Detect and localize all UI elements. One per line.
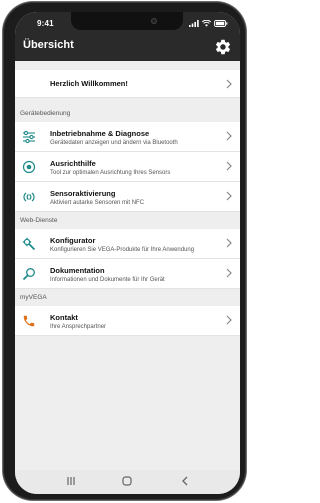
item-subtitle: Informationen und Dokumente für Ihr Gerä… [50,277,165,283]
item-subtitle: Gerätedaten anzeigen und ändern via Blue… [50,140,178,146]
spacer [15,98,240,105]
item-title: Inbetriebnahme & Diagnose [50,129,150,138]
phone-icon [23,315,35,327]
list-item-contact[interactable]: Kontakt Ihre Ansprechpartner [15,306,240,336]
welcome-title: Herzlich Willkommen! [50,79,128,88]
wifi-icon [202,19,211,27]
item-title: Sensoraktivierung [50,189,116,198]
chevron-right-icon [226,268,232,278]
item-subtitle: Aktiviert autarke Sensoren mit NFC [50,200,145,206]
overview-list: Herzlich Willkommen! Gerätebedienung Inb… [15,61,240,461]
chevron-right-icon [226,161,232,171]
notch [71,12,183,30]
target-icon [22,160,36,174]
chevron-right-icon [226,238,232,248]
item-subtitle: Ihre Ansprechpartner [50,324,107,330]
camera-icon [151,18,157,24]
section-header-myvega: myVEGA [15,289,240,306]
signal-icon [189,19,199,27]
section-header-device: Gerätebedienung [15,105,240,122]
list-item-documentation[interactable]: Dokumentation Informationen und Dokument… [15,259,240,289]
back-icon[interactable] [181,476,189,486]
phone-body: 9:41 Übersicht Herzlich Willkommen! Gerä… [3,2,246,500]
item-title: Konfigurator [50,236,96,245]
list-item-alignment[interactable]: Ausrichthilfe Tool zur optimalen Ausrich… [15,152,240,182]
item-title: Dokumentation [50,266,105,275]
chevron-right-icon [226,79,232,89]
battery-icon [214,19,228,27]
chevron-right-icon [226,315,232,325]
chevron-right-icon [226,131,232,141]
recent-apps-icon[interactable] [65,476,77,486]
item-subtitle: Konfigurieren Sie VEGA-Produkte für Ihre… [50,247,195,253]
list-item-commissioning[interactable]: Inbetriebnahme & Diagnose Gerätedaten an… [15,122,240,152]
nfc-icon [23,192,35,202]
list-item-sensor-activation[interactable]: Sensoraktivierung Aktiviert autarke Sens… [15,182,240,212]
spacer [15,61,240,70]
item-title: Ausrichthilfe [50,159,96,168]
page-title: Übersicht [23,39,74,51]
item-subtitle: Tool zur optimalen Ausrichtung Ihres Sen… [50,170,171,176]
status-icons [189,18,228,28]
gear-icon[interactable] [214,38,232,56]
home-icon[interactable] [122,476,132,486]
status-bar: 9:41 [15,12,240,34]
magnifier-icon [22,268,35,281]
section-header-web: Web-Dienste [15,212,240,229]
sliders-icon [23,130,35,144]
chevron-right-icon [226,191,232,201]
screen: 9:41 Übersicht Herzlich Willkommen! Gerä… [15,12,240,494]
welcome-row[interactable]: Herzlich Willkommen! [15,70,240,98]
device-frame: 9:41 Übersicht Herzlich Willkommen! Gerä… [0,0,249,503]
configurator-icon [22,237,36,251]
app-bar: Übersicht [15,34,240,61]
item-title: Kontakt [50,313,78,322]
list-item-configurator[interactable]: Konfigurator Konfigurieren Sie VEGA-Prod… [15,229,240,259]
system-nav-bar [15,470,240,494]
status-time: 9:41 [37,19,54,28]
